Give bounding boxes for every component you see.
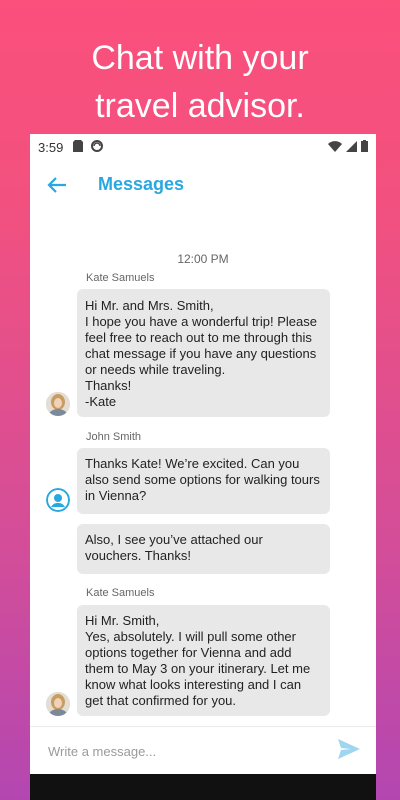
message-input[interactable] bbox=[46, 739, 320, 763]
signal-icon bbox=[346, 140, 357, 155]
system-nav-bar bbox=[30, 774, 376, 800]
send-icon[interactable] bbox=[338, 739, 360, 761]
wifi-icon bbox=[328, 140, 342, 155]
message-sender: John Smith bbox=[86, 431, 142, 443]
headline-line-2: travel advisor. bbox=[95, 87, 305, 125]
sd-card-icon bbox=[73, 139, 84, 155]
status-time: 3:59 bbox=[38, 139, 64, 155]
battery-icon bbox=[361, 140, 368, 155]
avatar bbox=[46, 488, 70, 512]
data-saver-icon bbox=[91, 139, 104, 155]
app-bar: Messages bbox=[30, 160, 376, 210]
phone-screen: 3:59 Messages 12:00 PM Kate Samuels Hi M… bbox=[30, 134, 376, 800]
message-bubble: Thanks Kate! We’re excited. Can you also… bbox=[77, 448, 330, 514]
promo-headline: Chat with your travel advisor. bbox=[0, 34, 400, 130]
message-bubble: Hi Mr. Smith, Yes, absolutely. I will pu… bbox=[77, 605, 330, 716]
message-bubble: Also, I see you’ve attached our vouchers… bbox=[77, 524, 330, 574]
headline-line-1: Chat with your bbox=[91, 39, 309, 77]
status-bar: 3:59 bbox=[30, 134, 376, 160]
avatar bbox=[46, 692, 70, 716]
message-composer bbox=[30, 726, 376, 775]
message-bubble: Hi Mr. and Mrs. Smith, I hope you have a… bbox=[77, 289, 330, 417]
status-icons bbox=[328, 140, 368, 155]
chat-timestamp: 12:00 PM bbox=[177, 252, 229, 266]
message-sender: Kate Samuels bbox=[86, 272, 155, 284]
avatar bbox=[46, 392, 70, 416]
page-title: Messages bbox=[98, 174, 185, 194]
arrow-left-icon[interactable] bbox=[46, 174, 70, 196]
message-sender: Kate Samuels bbox=[86, 587, 155, 599]
